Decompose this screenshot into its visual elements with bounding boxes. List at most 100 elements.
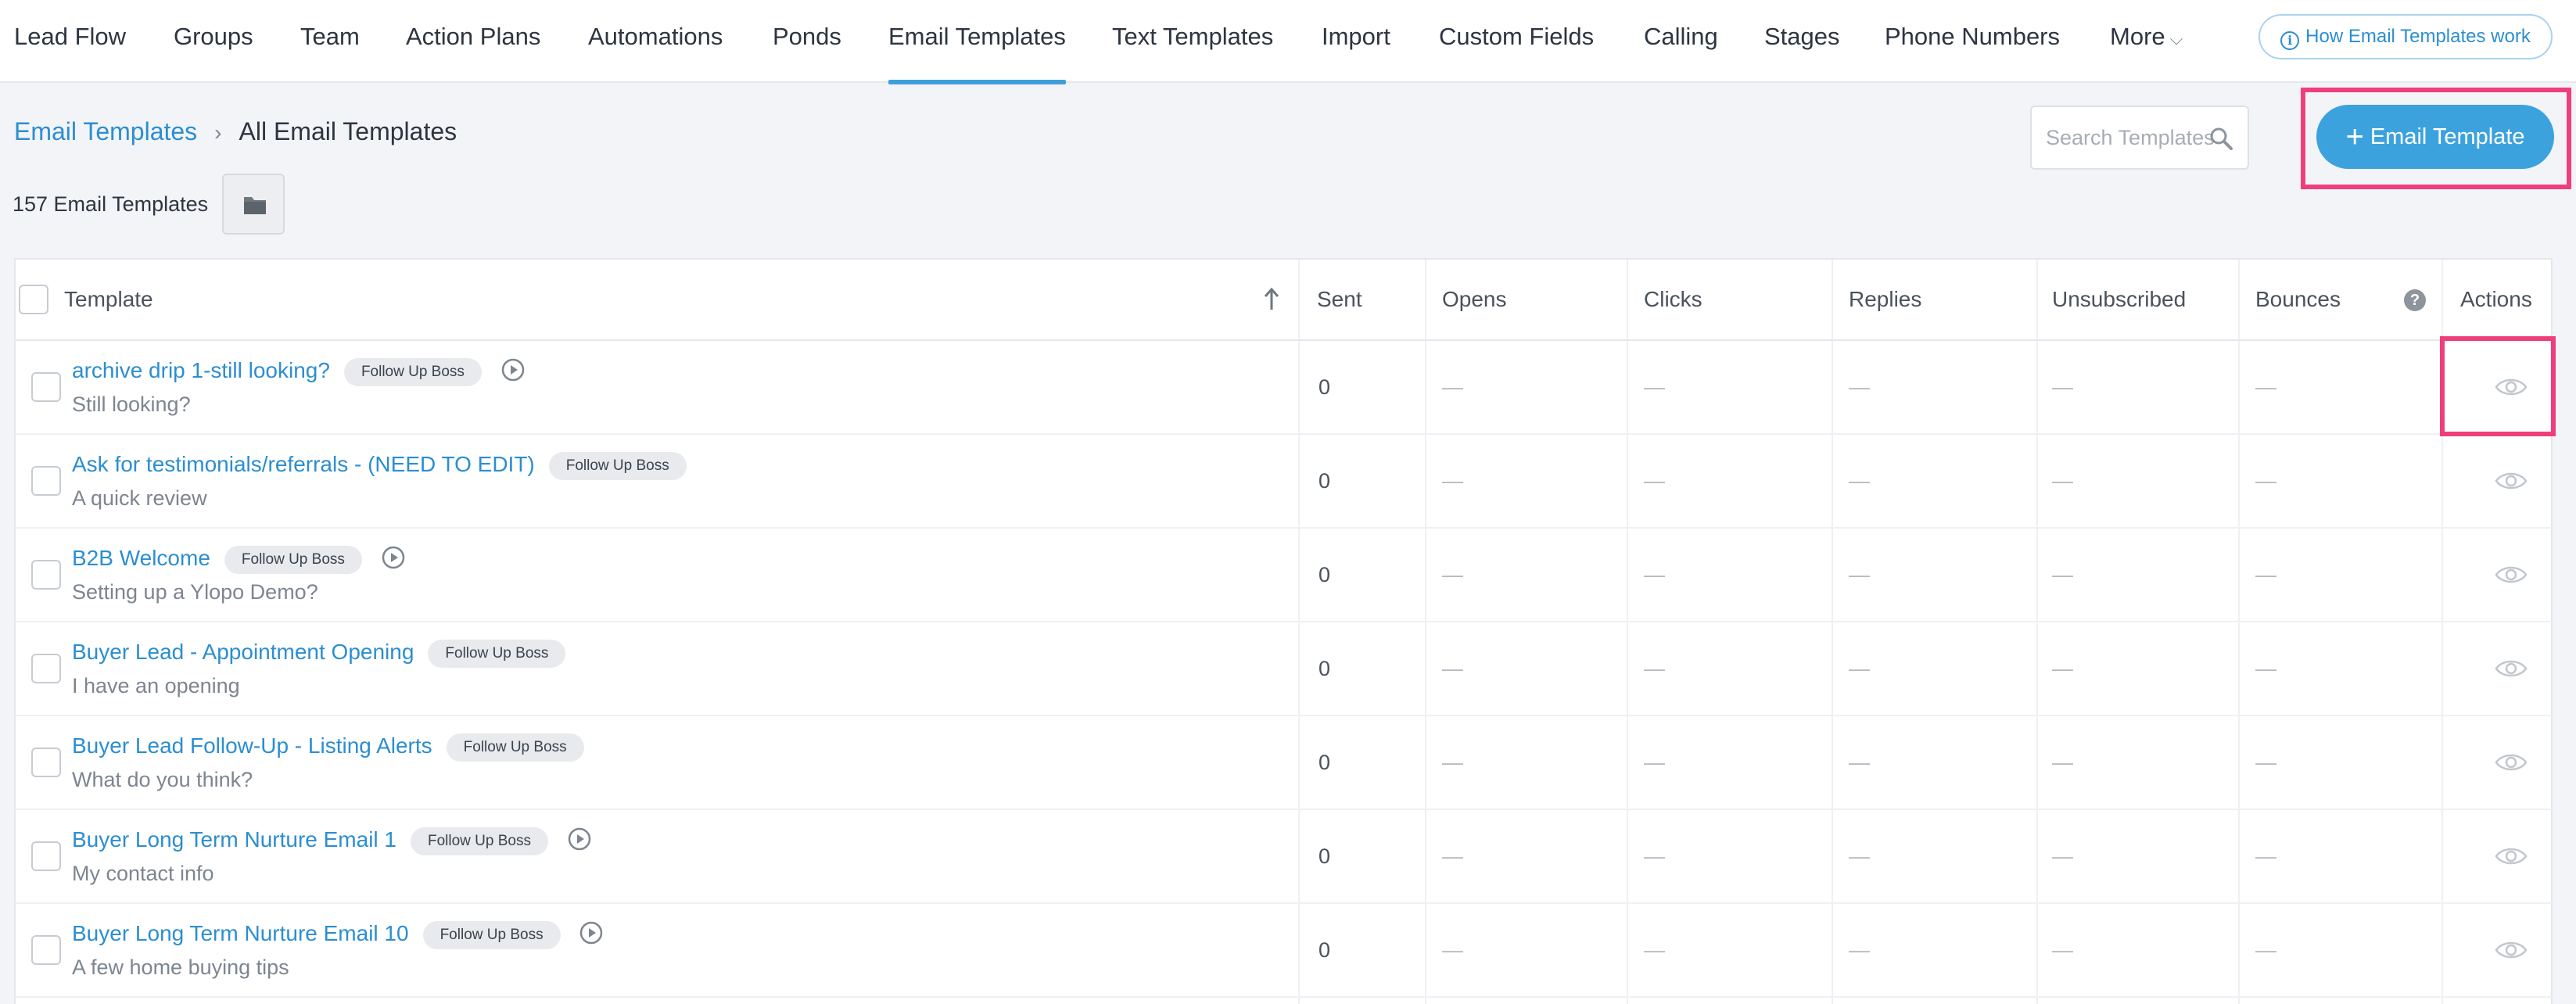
table-row[interactable]: Ask for testimonials/referrals - (NEED T… [16, 435, 2553, 529]
row-checkbox[interactable] [31, 748, 61, 777]
replies-value: — [1849, 563, 1870, 586]
template-subject: What do you think? [72, 768, 253, 791]
table-header: Template Sent Opens Clicks Replies Unsub… [16, 260, 2553, 341]
sent-count: 0 [1318, 375, 1331, 399]
table-row[interactable]: Buyer Lead - Appointment Opening Follow U… [16, 622, 2553, 716]
template-name-link[interactable]: archive drip 1-still looking? [72, 358, 330, 382]
opens-value: — [1442, 469, 1463, 493]
eye-icon[interactable] [2495, 469, 2528, 493]
search-icon[interactable] [2208, 126, 2233, 151]
template-title: Ask for testimonials/referrals - (NEED T… [72, 449, 687, 480]
template-subject: A few home buying tips [72, 956, 289, 979]
nav-tab-stages[interactable]: Stages [1764, 0, 1840, 83]
nav-tab-ponds[interactable]: Ponds [773, 0, 841, 83]
sent-count: 0 [1318, 938, 1331, 962]
nav-tab-phone-numbers[interactable]: Phone Numbers [1885, 0, 2060, 83]
nav-tab-text-templates[interactable]: Text Templates [1112, 0, 1273, 83]
sent-count: 0 [1318, 469, 1331, 493]
chevron-down-icon: ⌵ [2169, 29, 2183, 48]
template-name-link[interactable]: Buyer Lead - Appointment Opening [72, 640, 414, 664]
replies-value: — [1849, 751, 1870, 774]
table-row[interactable]: Buyer Long Term Nurture Email 1 Follow Up… [16, 810, 2553, 904]
play-icon[interactable] [381, 545, 406, 570]
table-row[interactable]: Buyer Lead Follow-Up - Listing Alerts Fol… [16, 716, 2553, 810]
column-header-replies[interactable]: Replies [1849, 260, 1921, 339]
bounces-value: — [2255, 657, 2276, 680]
source-tag: Follow Up Boss [224, 546, 362, 574]
eye-icon[interactable] [2495, 657, 2528, 680]
nav-tab-automations[interactable]: Automations [588, 0, 723, 83]
sort-up-arrow-icon[interactable] [1262, 286, 1281, 313]
search-box [2030, 106, 2249, 170]
bounces-value: — [2255, 563, 2276, 586]
replies-value: — [1849, 844, 1870, 868]
nav-tab-import[interactable]: Import [1322, 0, 1390, 83]
eye-icon[interactable] [2495, 938, 2528, 962]
play-icon[interactable] [500, 357, 526, 382]
source-tag: Follow Up Boss [343, 358, 482, 386]
folder-button[interactable] [222, 174, 285, 235]
template-title: archive drip 1-still looking? Follow Up B… [72, 355, 526, 386]
sent-count: 0 [1318, 563, 1331, 586]
row-checkbox[interactable] [31, 560, 61, 590]
help-icon[interactable]: ? [2404, 289, 2426, 311]
nav-tab-calling[interactable]: Calling [1644, 0, 1718, 83]
search-templates-input[interactable] [2046, 107, 2218, 168]
highlight-frame-view-action [2440, 336, 2556, 436]
clicks-value: — [1644, 751, 1665, 774]
bounces-value: — [2255, 375, 2276, 399]
row-checkbox[interactable] [31, 654, 61, 683]
row-checkbox[interactable] [31, 466, 61, 496]
plus-icon: + [2345, 120, 2364, 154]
breadcrumb-root-link[interactable]: Email Templates [14, 117, 197, 145]
eye-icon[interactable] [2495, 751, 2528, 774]
nav-tab-custom-fields[interactable]: Custom Fields [1439, 0, 1594, 83]
column-header-unsubscribed[interactable]: Unsubscribed [2052, 260, 2186, 339]
column-header-opens[interactable]: Opens [1442, 260, 1507, 339]
replies-value: — [1849, 938, 1870, 962]
templates-table: Template Sent Opens Clicks Replies Unsub… [14, 258, 2553, 1004]
template-name-link[interactable]: Ask for testimonials/referrals - (NEED T… [72, 452, 535, 476]
breadcrumb-current: All Email Templates [239, 117, 457, 145]
table-row[interactable]: archive drip 1-still looking? Follow Up B… [16, 341, 2553, 435]
nav-tab-email-templates[interactable]: Email Templates [888, 0, 1066, 84]
nav-tab-lead-flow[interactable]: Lead Flow [14, 0, 126, 83]
eye-icon[interactable] [2495, 563, 2528, 586]
column-header-bounces[interactable]: Bounces [2255, 260, 2341, 339]
unsubscribed-value: — [2052, 844, 2073, 868]
template-subject: I have an opening [72, 674, 240, 697]
how-email-templates-work-button[interactable]: i How Email Templates work [2258, 14, 2553, 59]
table-row[interactable]: Buyer Long Term Nurture Email 10 Follow U… [16, 904, 2553, 998]
nav-tab-more[interactable]: More ⌵ [2110, 0, 2183, 83]
column-header-actions: Actions [2460, 287, 2532, 311]
select-all-checkbox[interactable] [19, 285, 48, 314]
eye-icon[interactable] [2495, 844, 2528, 868]
unsubscribed-value: — [2052, 469, 2073, 493]
source-tag: Follow Up Boss [411, 827, 548, 855]
column-header-template[interactable]: Template [64, 260, 153, 339]
table-row[interactable]: B2B Welcome Follow Up Boss Setting up a Y… [16, 529, 2553, 622]
template-title: Buyer Lead Follow-Up - Listing Alerts Fol… [72, 730, 584, 762]
template-name-link[interactable]: Buyer Lead Follow-Up - Listing Alerts [72, 733, 432, 758]
column-header-clicks[interactable]: Clicks [1644, 260, 1702, 339]
play-icon[interactable] [567, 827, 592, 852]
template-name-link[interactable]: B2B Welcome [72, 546, 210, 570]
row-checkbox[interactable] [31, 372, 61, 402]
breadcrumb: Email Templates › All Email Templates [14, 117, 457, 146]
add-email-template-button[interactable]: + Email Template [2316, 105, 2554, 169]
bounces-value: — [2255, 938, 2276, 962]
template-subject: Still looking? [72, 393, 191, 416]
nav-tab-team[interactable]: Team [300, 0, 360, 83]
source-tag: Follow Up Boss [428, 640, 566, 668]
nav-tab-groups[interactable]: Groups [174, 0, 253, 83]
template-name-link[interactable]: Buyer Long Term Nurture Email 1 [72, 827, 396, 852]
column-header-sent[interactable]: Sent [1317, 260, 1362, 339]
nav-tab-action-plans[interactable]: Action Plans [406, 0, 540, 83]
replies-value: — [1849, 657, 1870, 680]
row-checkbox[interactable] [31, 935, 61, 965]
row-checkbox[interactable] [31, 841, 61, 871]
clicks-value: — [1644, 938, 1665, 962]
play-icon[interactable] [579, 920, 604, 945]
opens-value: — [1442, 563, 1463, 586]
template-name-link[interactable]: Buyer Long Term Nurture Email 10 [72, 921, 409, 945]
